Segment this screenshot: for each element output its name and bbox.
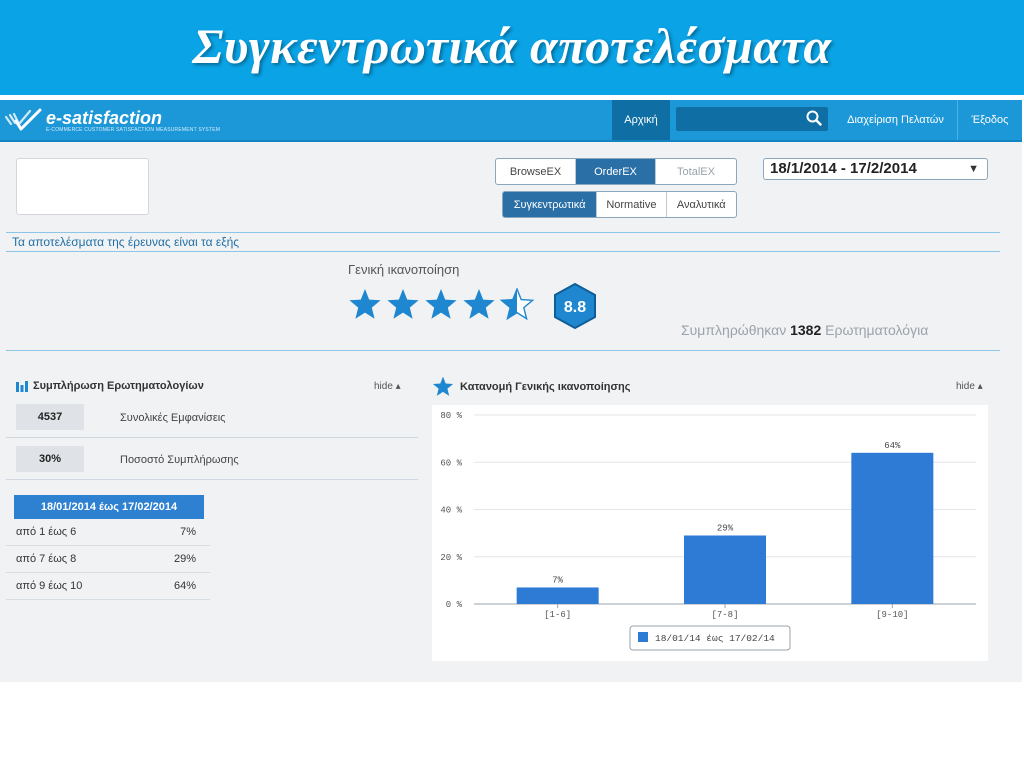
star-icon [387, 289, 419, 319]
hide-text: hide [956, 381, 975, 392]
pct-cell: 29% [173, 553, 196, 565]
left-panel-hide-link[interactable]: hide ▴ [374, 381, 401, 392]
app-window: e-satisfaction E-COMMERCE CUSTOMER SATIS… [0, 100, 1022, 682]
stat-row-completion: 30% Ποσοστό Συμπλήρωσης [6, 440, 418, 480]
x-tick-label: [7-8] [711, 610, 738, 620]
star-icon [349, 289, 381, 319]
distribution-chart: 0 % 20 % 40 % 60 % 80 % 7% [1-6] 29% [7-8] 64% [9-… [432, 405, 988, 661]
stat-value: 4537 [16, 404, 84, 430]
nav-exit[interactable]: Έξοδος [962, 100, 1018, 140]
star-icon [463, 289, 495, 319]
right-panel-hide-link[interactable]: hide ▴ [956, 381, 983, 392]
overall-satisfaction-label: Γενική ικανοποίηση [348, 262, 460, 277]
survey-type-toggle: BrowseEX OrderEX TotalEX [495, 158, 737, 185]
nav-client-management[interactable]: Διαχείριση Πελατών [834, 100, 958, 140]
y-tick-label: 20 % [440, 553, 462, 563]
star-icon [425, 289, 457, 319]
half-star-icon [500, 288, 534, 320]
date-range-select[interactable]: 18/1/2014 - 17/2/2014 ▼ [763, 158, 988, 180]
stat-row-impressions: 4537 Συνολικές Εμφανίσεις [6, 398, 418, 438]
results-heading: Τα αποτελέσματα της έρευνας είναι τα εξή… [6, 232, 1000, 252]
distribution-table: 18/01/2014 έως 17/02/2014 από 1 έως 6 7%… [6, 495, 210, 600]
brand-name: e-satisfaction [46, 107, 163, 128]
right-panel-title: Κατανομή Γενικής ικανοποίησης [432, 376, 631, 398]
y-tick-label: 0 % [446, 600, 463, 610]
bar-chart: 0 % 20 % 40 % 60 % 80 % 7% [1-6] 29% [7-8] 64% [9-… [440, 411, 976, 651]
brand-logo[interactable]: e-satisfaction E-COMMERCE CUSTOMER SATIS… [4, 106, 220, 136]
survey-orderex[interactable]: OrderEX [576, 159, 656, 184]
company-logo-box [16, 158, 149, 215]
slide-title: Συγκεντρωτικά αποτελέσματα [0, 0, 1024, 95]
view-analytical[interactable]: Αναλυτικά [667, 192, 736, 217]
hide-text: hide [374, 381, 393, 392]
view-toggle: Συγκεντρωτικά Normative Αναλυτικά [502, 191, 737, 218]
legend-swatch [638, 632, 648, 642]
stat-value: 30% [16, 446, 84, 472]
bar-chart-icon [16, 380, 28, 392]
y-tick-label: 80 % [440, 411, 462, 421]
right-panel-title-text: Κατανομή Γενικής ικανοποίησης [460, 381, 631, 393]
caret-down-icon: ▼ [968, 163, 979, 175]
data-label: 7% [552, 575, 563, 585]
completed-suffix: Ερωτηματολόγια [825, 322, 929, 338]
bar [851, 452, 934, 604]
slide-background [0, 682, 1024, 768]
brand-tagline: E-COMMERCE CUSTOMER SATISFACTION MEASURE… [46, 126, 221, 133]
completed-prefix: Συμπληρώθηκαν [681, 322, 787, 338]
x-tick-label: [1-6] [544, 610, 571, 620]
pct-cell: 64% [173, 580, 196, 592]
view-normative[interactable]: Normative [597, 192, 667, 217]
rating-stars [349, 288, 534, 320]
bar [684, 535, 766, 604]
date-range-value: 18/1/2014 - 17/2/2014 [770, 160, 917, 177]
completed-count: 1382 [790, 322, 822, 338]
score-badge: 8.8 [554, 283, 596, 329]
range-cell: από 9 έως 10 [16, 580, 83, 592]
table-row: από 1 έως 6 7% [6, 519, 210, 546]
completed-questionnaires: Συμπληρώθηκαν 1382 Ερωτηματολόγια [681, 322, 928, 338]
search-icon[interactable] [806, 110, 822, 126]
search-input[interactable] [676, 107, 828, 131]
survey-totalex[interactable]: TotalEX [656, 159, 736, 184]
section-divider [6, 350, 1000, 351]
left-panel-title-text: Συμπλήρωση Ερωτηματολογίων [33, 380, 204, 392]
table-row: από 7 έως 8 29% [6, 546, 210, 573]
legend-label: 18/01/14 έως 17/02/14 [655, 633, 775, 644]
view-summary[interactable]: Συγκεντρωτικά [503, 192, 598, 217]
top-nav: e-satisfaction E-COMMERCE CUSTOMER SATIS… [0, 100, 1022, 142]
table-row: από 9 έως 10 64% [6, 573, 210, 600]
pct-cell: 7% [180, 526, 196, 538]
stat-label: Συνολικές Εμφανίσεις [120, 412, 226, 424]
range-cell: από 7 έως 8 [16, 553, 77, 565]
score-value: 8.8 [564, 299, 586, 316]
y-tick-label: 40 % [440, 506, 462, 516]
range-cell: από 1 έως 6 [16, 526, 77, 538]
y-tick-label: 60 % [440, 458, 462, 468]
distribution-table-header: 18/01/2014 έως 17/02/2014 [14, 495, 204, 519]
bar [516, 587, 599, 604]
nav-home[interactable]: Αρχική [612, 100, 670, 140]
stat-label: Ποσοστό Συμπλήρωσης [120, 454, 239, 466]
survey-browseex[interactable]: BrowseEX [496, 159, 576, 184]
left-panel-title: Συμπλήρωση Ερωτηματολογίων [16, 380, 204, 392]
x-tick-label: [9-10] [876, 610, 908, 620]
data-label: 29% [717, 523, 734, 533]
data-label: 64% [884, 441, 901, 451]
checkmark-logo-icon [4, 108, 42, 131]
star-icon [432, 376, 454, 396]
